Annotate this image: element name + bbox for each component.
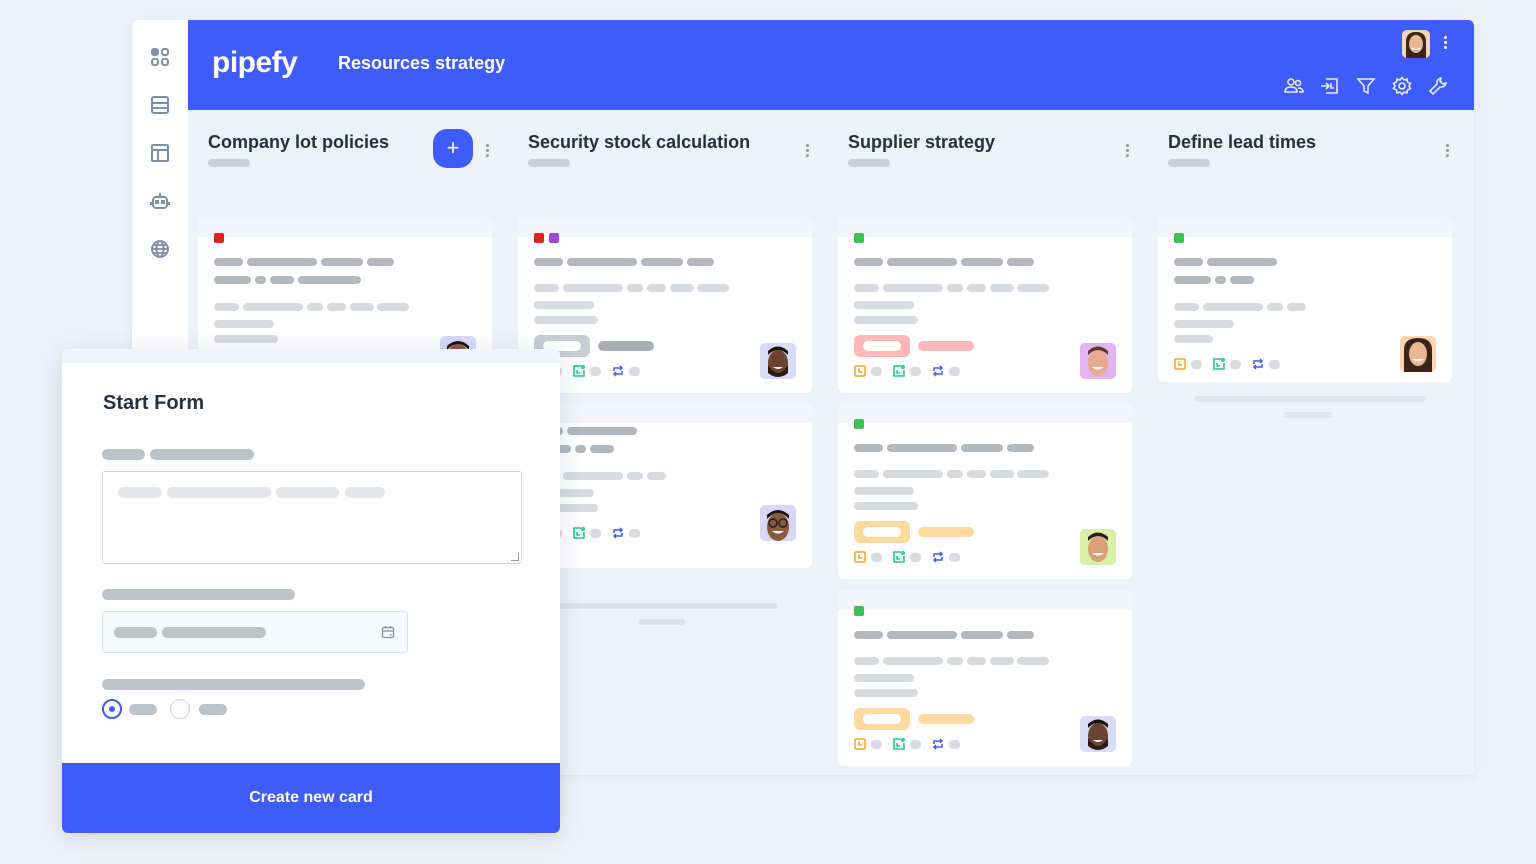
phase-title[interactable]: Define lead times bbox=[1168, 132, 1316, 153]
phase-count bbox=[528, 159, 570, 167]
due-date-icon bbox=[854, 738, 866, 750]
created-date-icon bbox=[893, 365, 905, 377]
pipefy-logo[interactable]: pipefy bbox=[212, 46, 298, 80]
card[interactable] bbox=[838, 590, 1132, 766]
assignee-avatar[interactable] bbox=[1080, 343, 1116, 379]
card-label bbox=[854, 419, 864, 429]
text-area-field[interactable] bbox=[102, 471, 522, 564]
card[interactable] bbox=[1158, 217, 1452, 382]
card-tag bbox=[854, 521, 910, 543]
phase-more-menu[interactable] bbox=[484, 142, 490, 160]
repeat-icon bbox=[612, 365, 624, 377]
assignee-avatar[interactable] bbox=[1080, 529, 1116, 565]
pipe-toolbar bbox=[1284, 76, 1448, 96]
assignee-avatar[interactable] bbox=[1080, 716, 1116, 752]
card-label bbox=[549, 233, 559, 243]
repeat-icon bbox=[932, 551, 944, 563]
create-new-card-button[interactable]: Create new card bbox=[62, 763, 560, 833]
card-label bbox=[214, 233, 224, 243]
start-form-panel: Start Form Create new card bbox=[62, 349, 560, 833]
phase-title[interactable]: Security stock calculation bbox=[528, 132, 750, 153]
members-icon[interactable] bbox=[1284, 76, 1304, 96]
created-date-icon bbox=[573, 527, 585, 539]
due-date-icon bbox=[854, 551, 866, 563]
card-tag bbox=[854, 708, 910, 730]
radio-option-2[interactable] bbox=[170, 699, 190, 719]
card[interactable] bbox=[518, 217, 812, 393]
pipe-header: pipefy Resources strategy bbox=[188, 20, 1474, 110]
start-form-title: Start Form bbox=[103, 392, 205, 414]
import-icon[interactable] bbox=[1320, 76, 1340, 96]
repeat-icon bbox=[932, 738, 944, 750]
card[interactable] bbox=[518, 403, 812, 568]
date-field[interactable] bbox=[102, 611, 408, 653]
robot-icon[interactable] bbox=[150, 191, 170, 211]
card-label bbox=[854, 606, 864, 616]
assignee-avatar[interactable] bbox=[760, 343, 796, 379]
card[interactable] bbox=[838, 403, 1132, 579]
phase-more-menu[interactable] bbox=[804, 142, 810, 160]
created-date-icon bbox=[893, 551, 905, 563]
card-label bbox=[534, 233, 544, 243]
filter-icon[interactable] bbox=[1356, 76, 1376, 96]
phase-title[interactable]: Company lot policies bbox=[208, 132, 389, 153]
header-more-menu[interactable] bbox=[1442, 34, 1448, 54]
user-avatar[interactable] bbox=[1402, 30, 1430, 58]
phase-count bbox=[1168, 159, 1210, 167]
phase-count bbox=[208, 159, 250, 167]
card-tag bbox=[854, 335, 910, 357]
repeat-icon bbox=[1252, 358, 1264, 370]
created-date-icon bbox=[893, 738, 905, 750]
card[interactable] bbox=[838, 217, 1132, 393]
due-date-icon bbox=[1174, 358, 1186, 370]
phase-count bbox=[848, 159, 890, 167]
wrench-icon[interactable] bbox=[1428, 76, 1448, 96]
layout-icon[interactable] bbox=[150, 143, 170, 163]
assignee-avatar[interactable] bbox=[1400, 336, 1436, 372]
created-date-icon bbox=[573, 365, 585, 377]
phase-more-menu[interactable] bbox=[1124, 142, 1130, 160]
card-label bbox=[1174, 233, 1184, 243]
phase-more-menu[interactable] bbox=[1444, 142, 1450, 160]
settings-icon[interactable] bbox=[1392, 76, 1412, 96]
repeat-icon bbox=[932, 365, 944, 377]
due-date-icon bbox=[854, 365, 866, 377]
add-card-button[interactable]: + bbox=[433, 129, 473, 168]
assignee-avatar[interactable] bbox=[760, 505, 796, 541]
phase-title[interactable]: Supplier strategy bbox=[848, 132, 995, 153]
database-icon[interactable] bbox=[150, 95, 170, 115]
globe-icon[interactable] bbox=[150, 239, 170, 259]
card-label bbox=[854, 233, 864, 243]
created-date-icon bbox=[1213, 358, 1225, 370]
pipe-title[interactable]: Resources strategy bbox=[338, 53, 505, 74]
radio-option-1[interactable] bbox=[102, 699, 122, 719]
repeat-icon bbox=[612, 527, 624, 539]
apps-grid-icon[interactable] bbox=[150, 47, 170, 67]
resize-handle[interactable] bbox=[511, 553, 519, 561]
calendar-icon[interactable] bbox=[381, 625, 395, 639]
